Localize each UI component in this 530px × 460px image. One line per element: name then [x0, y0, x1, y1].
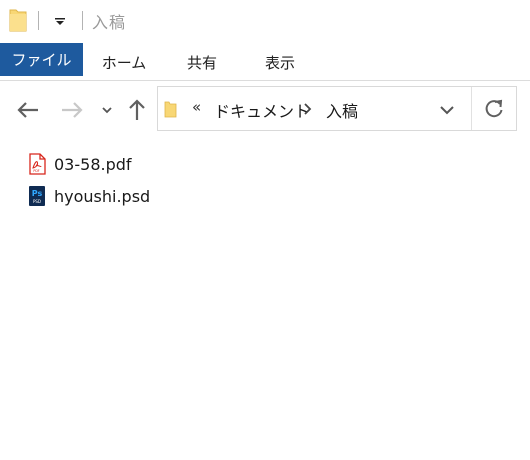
customize-quick-access-icon[interactable] [53, 11, 67, 29]
forward-arrow-icon [62, 102, 83, 118]
forward-button[interactable] [58, 96, 86, 124]
refresh-icon[interactable] [483, 98, 505, 120]
back-button[interactable] [14, 96, 42, 124]
svg-text:PSD: PSD [33, 199, 41, 204]
photoshop-file-icon: Ps PSD [29, 186, 45, 206]
tab-home[interactable]: ホーム [94, 46, 154, 79]
chevron-right-icon[interactable] [302, 102, 312, 116]
folder-icon [164, 101, 177, 118]
breadcrumb-overflow[interactable]: « [192, 98, 201, 116]
chevron-down-icon[interactable] [436, 101, 458, 119]
tab-view[interactable]: 表示 [252, 46, 308, 79]
file-list: PDF 03-58.pdf Ps PSD hyoushi.psd [0, 138, 530, 460]
title-bar: 入稿 [0, 0, 530, 42]
recent-locations-button[interactable] [98, 101, 116, 119]
title-separator [38, 11, 39, 30]
address-bar[interactable]: « ドキュメント 入稿 [157, 86, 517, 131]
pdf-file-icon: PDF [29, 153, 46, 175]
title-separator [82, 11, 83, 30]
list-item[interactable]: PDF 03-58.pdf [27, 151, 227, 177]
file-name: hyoushi.psd [54, 186, 151, 206]
window-title: 入稿 [92, 13, 127, 32]
chevron-down-icon [102, 107, 112, 114]
folder-icon[interactable] [9, 9, 27, 32]
navigation-bar: « ドキュメント 入稿 [0, 81, 530, 138]
up-button[interactable] [124, 95, 150, 125]
svg-text:Ps: Ps [32, 189, 43, 198]
up-arrow-icon [129, 99, 145, 120]
file-name: 03-58.pdf [54, 154, 132, 174]
breadcrumb-documents[interactable]: ドキュメント [214, 98, 310, 122]
file-explorer-window: 入稿 ファイル ホーム 共有 表示 « ドキュメント 入稿 PDF 03-58.… [0, 0, 530, 460]
ribbon-tabs: ファイル ホーム 共有 表示 [0, 42, 530, 81]
back-arrow-icon [17, 102, 38, 118]
breadcrumb-current[interactable]: 入稿 [326, 98, 358, 122]
address-divider [471, 87, 472, 130]
list-item[interactable]: Ps PSD hyoushi.psd [27, 183, 227, 209]
svg-text:PDF: PDF [33, 169, 39, 173]
tab-file[interactable]: ファイル [0, 43, 83, 76]
tab-share[interactable]: 共有 [174, 46, 230, 79]
